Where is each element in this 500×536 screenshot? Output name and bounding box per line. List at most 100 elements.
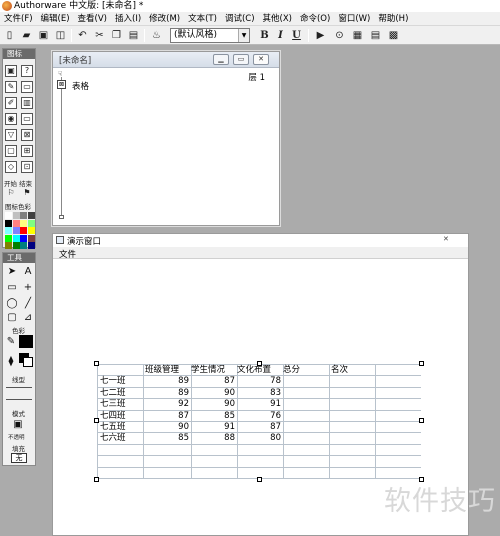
flowline-icon-label[interactable]: 表格 (72, 80, 89, 92)
video-icon[interactable]: ◇ (5, 161, 17, 173)
fill-value[interactable]: 无 (11, 453, 27, 463)
presentation-menu-file[interactable]: 文件 (59, 248, 76, 260)
run-icon[interactable]: ▶ (314, 29, 327, 42)
selection-handle-tm[interactable] (257, 361, 262, 366)
color-swatch[interactable] (20, 227, 27, 234)
color-swatch[interactable] (12, 212, 20, 219)
calculation-icon[interactable]: ▽ (5, 129, 17, 141)
menu-modify[interactable]: 修改(M) (145, 12, 184, 25)
knowledge-object-icon[interactable]: ⊡ (21, 161, 33, 173)
color-swatch[interactable] (27, 234, 35, 242)
bold-button[interactable]: B (258, 29, 271, 42)
sound-icon[interactable]: ⊞ (21, 145, 33, 157)
selection-handle-bl[interactable] (94, 477, 99, 482)
menu-file[interactable]: 文件(F) (0, 12, 37, 25)
paste-icon[interactable]: ▤ (127, 29, 140, 42)
fill-bucket-icon[interactable]: ⧫ (4, 355, 18, 368)
color-label: 色彩 (12, 327, 25, 335)
polygon-tool-icon[interactable]: ⊿ (21, 311, 35, 324)
menu-debug[interactable]: 调试(C) (221, 12, 259, 25)
navigate-icon[interactable]: ✐ (5, 97, 17, 109)
pen-color-icon[interactable]: ✎ (4, 335, 18, 348)
menu-insert[interactable]: 插入(I) (111, 12, 145, 25)
mode-opaque-icon[interactable]: ▣ (11, 418, 25, 431)
cut-icon[interactable]: ✂ (93, 29, 106, 42)
color-swatch[interactable] (20, 242, 27, 249)
framework-icon[interactable]: ▥ (21, 97, 33, 109)
menu-window[interactable]: 窗口(W) (334, 12, 374, 25)
color-swatch[interactable] (5, 219, 12, 227)
menu-edit[interactable]: 编辑(E) (37, 12, 74, 25)
oval-tool-icon[interactable]: ◯ (5, 297, 19, 310)
menu-commands[interactable]: 命令(O) (296, 12, 334, 25)
menu-other[interactable]: 其他(X) (259, 12, 296, 25)
table-value-cell: 89 (178, 387, 189, 398)
color-swatch[interactable] (12, 242, 20, 249)
table-row-class: 七六班 (100, 433, 126, 444)
fill-background-swatch[interactable] (23, 357, 33, 367)
new-file-icon[interactable]: ▯ (3, 29, 16, 42)
color-swatch[interactable] (20, 219, 27, 227)
color-swatch[interactable] (5, 212, 12, 219)
find-icon[interactable]: ♨ (150, 29, 163, 42)
motion-icon[interactable]: ? (21, 65, 33, 77)
selection-handle-tr[interactable] (419, 361, 424, 366)
grid-col-line (329, 364, 330, 478)
selection-handle-ml[interactable] (94, 418, 99, 423)
close-button[interactable]: ✕ (253, 54, 269, 65)
minimize-button[interactable]: ▁ (213, 54, 229, 65)
display-icon-node[interactable]: ⊠ (57, 80, 66, 89)
color-swatch[interactable] (12, 219, 20, 227)
save-all-icon[interactable]: ▣ (37, 29, 50, 42)
menu-help[interactable]: 帮助(H) (374, 12, 412, 25)
stop-flag-icon[interactable]: ⚑ (21, 188, 33, 200)
color-swatch[interactable] (20, 234, 27, 242)
underline-button[interactable]: U (290, 29, 303, 42)
decision-icon[interactable]: ◉ (5, 113, 17, 125)
text-tool-icon[interactable]: A (21, 265, 35, 278)
menu-view[interactable]: 查看(V) (74, 12, 111, 25)
color-swatch[interactable] (5, 234, 12, 242)
undo-icon[interactable]: ↶ (76, 29, 89, 42)
color-swatch[interactable] (27, 242, 35, 249)
selection-handle-mr[interactable] (419, 418, 424, 423)
interaction-icon[interactable]: ▭ (21, 113, 33, 125)
color-swatch[interactable] (5, 242, 12, 249)
crosshair-tool-icon[interactable]: + (21, 281, 35, 294)
maximize-button[interactable]: ▭ (233, 54, 249, 65)
color-swatch[interactable] (5, 227, 12, 234)
selection-handle-tl[interactable] (94, 361, 99, 366)
map-icon[interactable]: ⊠ (21, 129, 33, 141)
color-swatch[interactable] (27, 212, 35, 219)
start-flag-icon[interactable]: ⚐ (5, 188, 17, 200)
line-style-sample-2[interactable] (6, 399, 32, 400)
italic-button[interactable]: I (274, 29, 287, 42)
open-file-icon[interactable]: ▰ (20, 29, 33, 42)
close-icon[interactable]: ✕ (443, 235, 449, 243)
pointer-tool-icon[interactable]: ➤ (5, 265, 19, 278)
functions-icon[interactable]: ▦ (351, 29, 364, 42)
color-swatch[interactable] (27, 227, 35, 234)
rounded-rect-tool-icon[interactable]: ▢ (5, 311, 19, 324)
text-style-select[interactable]: (默认风格) ▼ (170, 28, 250, 43)
line-tool-icon[interactable]: ╱ (21, 297, 35, 310)
color-swatch[interactable] (27, 219, 35, 227)
erase-icon[interactable]: ✎ (5, 81, 17, 93)
line-style-sample[interactable] (6, 387, 32, 388)
rectangle-tool-icon[interactable]: ▭ (5, 281, 19, 294)
import-icon[interactable]: ◫ (54, 29, 67, 42)
color-swatch[interactable] (12, 234, 20, 242)
selection-handle-bm[interactable] (257, 477, 262, 482)
menu-text[interactable]: 文本(T) (184, 12, 221, 25)
variables-icon[interactable]: ▤ (369, 29, 382, 42)
copy-icon[interactable]: ❐ (110, 29, 123, 42)
control-panel-icon[interactable]: ⊙ (333, 29, 346, 42)
wait-icon[interactable]: ▭ (21, 81, 33, 93)
grid-col-line (283, 364, 284, 478)
movie-icon[interactable]: ▢ (5, 145, 17, 157)
display-icon[interactable]: ▣ (5, 65, 17, 77)
color-swatch[interactable] (20, 212, 27, 219)
foreground-color-swatch[interactable] (19, 335, 33, 348)
color-swatch[interactable] (12, 227, 20, 234)
knowledge-objects-icon[interactable]: ▩ (387, 29, 400, 42)
